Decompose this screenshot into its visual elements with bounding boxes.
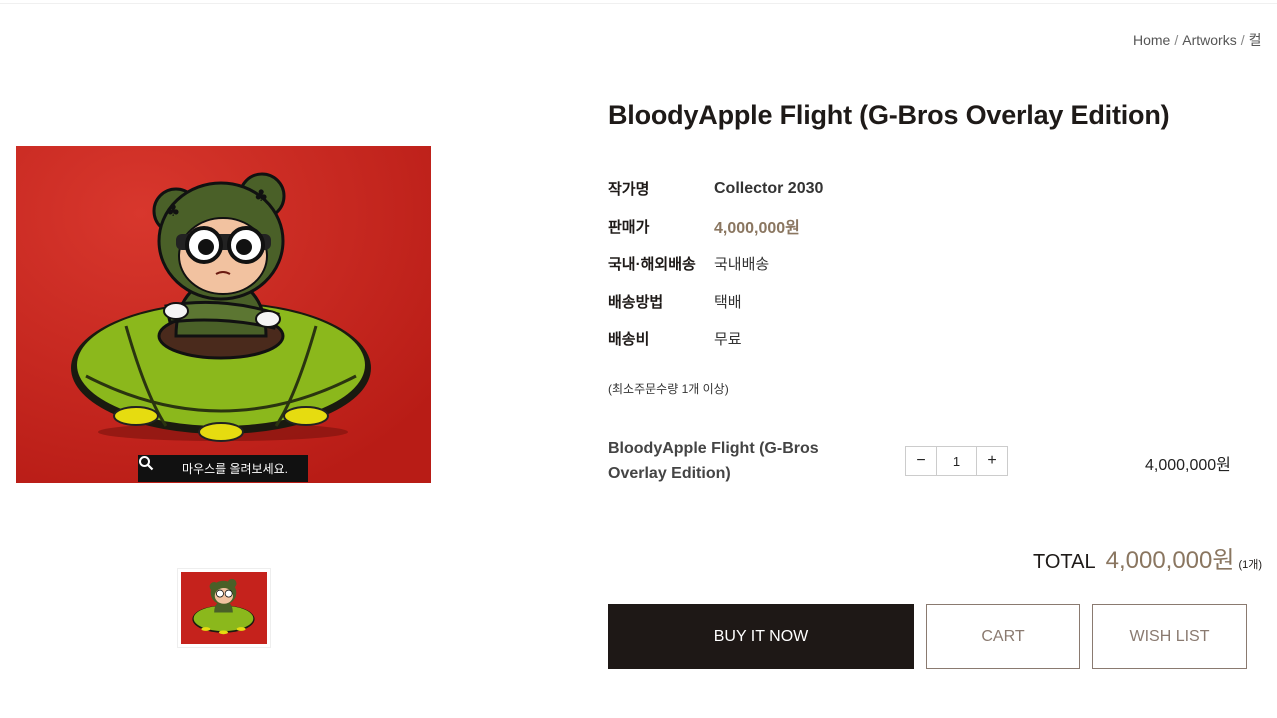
spec-value-artist: Collector 2030	[714, 179, 824, 197]
spec-row-shipping-region: 국내·해외배송 국내배송	[608, 245, 823, 283]
quantity-increase-button[interactable]: +	[977, 447, 1007, 475]
svg-text:♣: ♣	[166, 201, 180, 220]
spec-label: 국내·해외배송	[608, 256, 696, 274]
breadcrumb-home[interactable]: Home	[1133, 32, 1170, 48]
quantity-decrease-button[interactable]: −	[906, 447, 936, 475]
total-price: TOTAL 4,000,000원 (1개)	[1033, 540, 1262, 575]
product-title: BloodyApple Flight (G-Bros Overlay Editi…	[608, 100, 1170, 130]
spec-value-price: 4,000,000원	[714, 220, 800, 238]
spec-row-shipping-method: 배송방법 택배	[608, 283, 823, 321]
min-order-note: (최소주문수량 1개 이상)	[608, 382, 729, 396]
spec-row-shipping-fee: 배송비 무료	[608, 320, 823, 358]
spec-label: 판매가	[608, 218, 650, 236]
buy-now-button[interactable]: BUY IT NOW	[608, 604, 914, 669]
product-thumbnail[interactable]	[177, 568, 271, 648]
search-icon	[139, 456, 174, 477]
artwork-illustration: ♣ ♣	[16, 146, 431, 483]
breadcrumb-current[interactable]: 컬	[1249, 32, 1262, 48]
svg-text:♣: ♣	[254, 186, 268, 205]
add-to-cart-button[interactable]: CART	[926, 604, 1080, 669]
zoom-hint: 마우스를 올려보세요.	[138, 455, 308, 482]
breadcrumb-separator: /	[1174, 32, 1179, 48]
total-count: (1개)	[1238, 559, 1263, 571]
product-main-image[interactable]: ♣ ♣ 마우스를 올려보세요.	[16, 146, 431, 483]
wish-list-button[interactable]: WISH LIST	[1092, 604, 1247, 669]
breadcrumb-artworks[interactable]: Artworks	[1182, 32, 1236, 48]
spec-row-price: 판매가 4,000,000원	[608, 208, 823, 246]
total-label: TOTAL	[1033, 551, 1096, 573]
spec-value-shipping-region: 국내배송	[714, 256, 770, 274]
spec-row-artist: 작가명 Collector 2030	[608, 170, 823, 208]
spec-label: 작가명	[608, 181, 650, 199]
option-price: 4,000,000원	[1145, 457, 1231, 474]
total-amount: 4,000,000원	[1105, 547, 1235, 574]
quantity-stepper: − 1 +	[905, 446, 1008, 476]
header-divider	[0, 0, 1277, 4]
quantity-input[interactable]: 1	[936, 447, 977, 475]
breadcrumb-separator: /	[1240, 32, 1245, 48]
spec-label: 배송방법	[608, 293, 664, 311]
selected-option-name: BloodyApple Flight (G-Bros Overlay Editi…	[608, 440, 819, 482]
thumbnail-image	[181, 572, 267, 644]
spec-value-shipping-method: 택배	[714, 293, 742, 311]
breadcrumb: Home / Artworks / 컬	[1133, 30, 1261, 50]
spec-value-shipping-fee: 무료	[714, 331, 742, 349]
product-spec-table: 작가명 Collector 2030 판매가 4,000,000원 국내·해외배…	[608, 170, 823, 358]
spec-label: 배송비	[608, 331, 650, 349]
zoom-hint-text: 마우스를 올려보세요.	[181, 462, 289, 476]
